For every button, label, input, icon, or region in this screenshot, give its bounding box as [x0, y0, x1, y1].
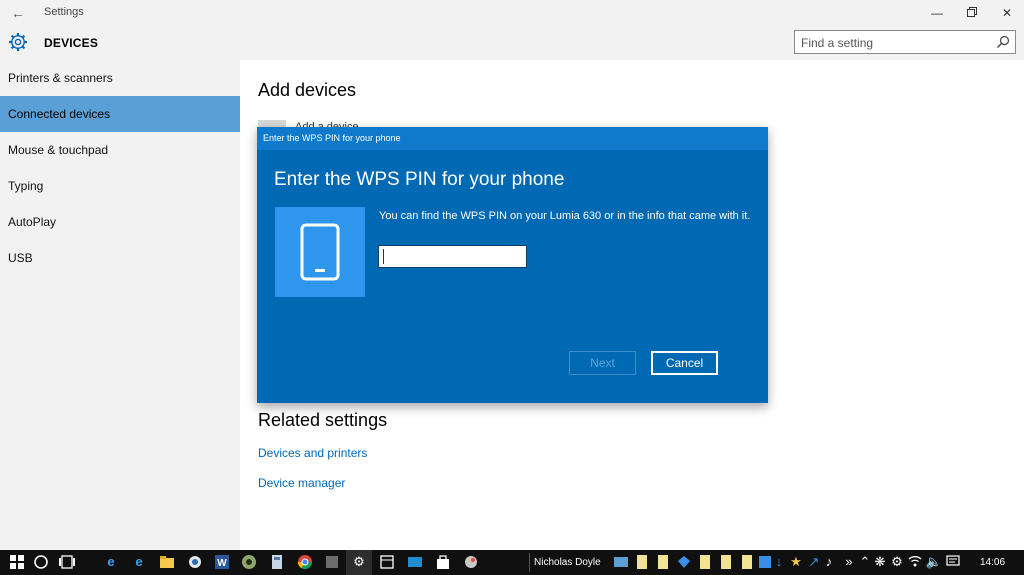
devices-and-printers-link[interactable]: Devices and printers: [258, 446, 367, 460]
app-icon[interactable]: [406, 553, 424, 571]
download-arrow-icon[interactable]: ↓: [770, 553, 788, 571]
search-icon[interactable]: [996, 35, 1010, 49]
sidebar-item-connected-devices[interactable]: Connected devices: [0, 96, 240, 132]
sidebar: Printers & scanners Connected devices Mo…: [0, 60, 240, 550]
related-settings-heading: Related settings: [258, 410, 388, 430]
settings-header: DEVICES: [0, 26, 1024, 60]
app-icon[interactable]: [675, 553, 693, 571]
cancel-button[interactable]: Cancel: [651, 351, 718, 375]
file-explorer-icon[interactable]: [158, 553, 176, 571]
pin-input[interactable]: [383, 249, 521, 264]
wps-pin-dialog: Enter the WPS PIN for your phone Enter t…: [257, 127, 768, 403]
phone-tile: [275, 207, 365, 297]
minimize-icon[interactable]: —: [920, 0, 954, 26]
app-icon[interactable]: [186, 553, 204, 571]
sidebar-item-mouse-touchpad[interactable]: Mouse & touchpad: [0, 132, 240, 168]
device-manager-link[interactable]: Device manager: [258, 476, 345, 490]
network-icon[interactable]: [906, 553, 924, 571]
app-icon[interactable]: [240, 553, 258, 571]
edge-icon[interactable]: e: [102, 553, 120, 571]
ie-icon[interactable]: e: [130, 553, 148, 571]
sidebar-item-usb[interactable]: USB: [0, 240, 240, 276]
next-button[interactable]: Next: [569, 351, 636, 375]
app-title: Settings: [44, 6, 84, 18]
sidebar-item-typing[interactable]: Typing: [0, 168, 240, 204]
app-icon[interactable]: [654, 553, 672, 571]
pin-field[interactable]: [378, 245, 527, 268]
sidebar-item-printers-scanners[interactable]: Printers & scanners: [0, 60, 240, 96]
app-icon[interactable]: [323, 553, 341, 571]
taskbar-separator: [529, 553, 530, 572]
taskbar-clock[interactable]: 14:06: [980, 557, 1005, 568]
search-input[interactable]: [801, 35, 991, 50]
gear-tray-icon[interactable]: ❋: [871, 553, 889, 571]
taskbar: e e W S ⚙ Nicholas Doyle ↓ ★ ↗ ♪ » ⌃ ❋ ⚙…: [0, 550, 1024, 575]
dialog-title-bar: Enter the WPS PIN for your phone: [257, 127, 768, 150]
app-icon[interactable]: [268, 553, 286, 571]
store-icon[interactable]: [434, 553, 452, 571]
start-icon[interactable]: [8, 553, 26, 571]
close-icon[interactable]: ✕: [990, 0, 1024, 26]
notification-icon[interactable]: [944, 553, 962, 571]
title-bar: ← Settings — ✕: [0, 0, 1024, 26]
phone-icon: [300, 223, 340, 281]
app-icon[interactable]: [696, 553, 714, 571]
music-icon[interactable]: ♪: [820, 553, 838, 571]
app-icon[interactable]: [462, 553, 480, 571]
word-icon[interactable]: W: [213, 553, 231, 571]
page-title: Add devices: [258, 80, 357, 100]
app-icon[interactable]: [738, 553, 756, 571]
star-icon[interactable]: ★: [787, 553, 805, 571]
sidebar-item-autoplay[interactable]: AutoPlay: [0, 204, 240, 240]
svg-text:W: W: [217, 558, 227, 569]
back-arrow-icon[interactable]: ←: [8, 4, 28, 22]
task-view-icon[interactable]: [58, 553, 76, 571]
gear-tray-icon[interactable]: ⚙: [888, 553, 906, 571]
gear-icon: [9, 33, 27, 51]
section-title: DEVICES: [44, 36, 99, 50]
settings-icon[interactable]: ⚙: [350, 553, 368, 571]
volume-icon[interactable]: 🔈: [925, 553, 943, 571]
app-icon[interactable]: [633, 553, 651, 571]
cortana-icon[interactable]: [32, 553, 50, 571]
restore-icon[interactable]: [955, 0, 989, 26]
search-box[interactable]: [794, 30, 1016, 54]
chrome-icon[interactable]: [296, 553, 314, 571]
dialog-description: You can find the WPS PIN on your Lumia 6…: [379, 210, 751, 222]
app-icon[interactable]: [378, 553, 396, 571]
app-icon[interactable]: [717, 553, 735, 571]
taskbar-user-name[interactable]: Nicholas Doyle: [534, 557, 601, 568]
dialog-heading: Enter the WPS PIN for your phone: [274, 169, 565, 190]
dialog-window-title: Enter the WPS PIN for your phone: [263, 133, 401, 143]
app-icon[interactable]: [612, 553, 630, 571]
